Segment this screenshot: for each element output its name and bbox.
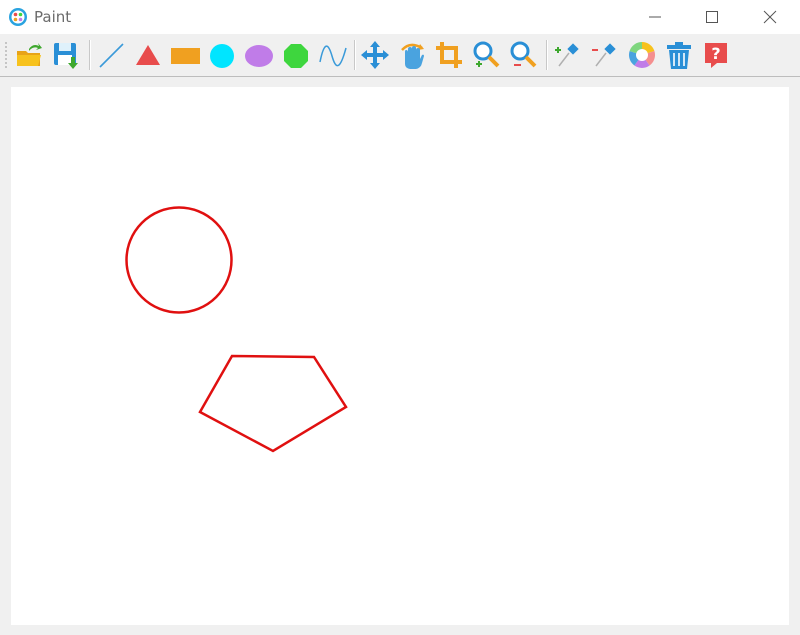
ellipse-tool-button[interactable]: [242, 38, 276, 72]
toolbar: ?: [0, 34, 800, 77]
zoom-in-button[interactable]: [469, 38, 503, 72]
save-icon: [54, 43, 78, 69]
window-title: Paint: [34, 8, 72, 26]
toolbar-separator: [89, 40, 91, 70]
svg-text:?: ?: [711, 44, 720, 63]
rectangle-icon: [171, 48, 200, 64]
minimize-button[interactable]: [626, 0, 684, 34]
add-point-button[interactable]: [551, 38, 585, 72]
trash-icon: [667, 42, 691, 69]
help-button[interactable]: ?: [699, 38, 733, 72]
help-icon: ?: [705, 43, 727, 68]
color-picker-button[interactable]: [625, 38, 659, 72]
toolbar-grip[interactable]: [5, 41, 7, 69]
save-file-button[interactable]: [49, 38, 83, 72]
maximize-button[interactable]: [683, 0, 741, 34]
circle-icon: [210, 44, 234, 68]
remove-point-button[interactable]: [588, 38, 622, 72]
zoom-in-icon: [473, 41, 500, 68]
canvas-drawing: [125, 206, 348, 453]
crop-tool-button[interactable]: [432, 38, 466, 72]
remove-point-icon: [592, 43, 616, 67]
rotate-tool-button[interactable]: [395, 38, 429, 72]
zoom-out-button[interactable]: [506, 38, 540, 72]
title-bar: Paint: [0, 0, 800, 34]
open-file-button[interactable]: [12, 38, 46, 72]
paint-app-icon: [9, 8, 27, 26]
line-icon: [99, 43, 124, 68]
close-icon: [763, 10, 777, 24]
move-tool-button[interactable]: [358, 38, 392, 72]
rotate-hand-icon: [401, 43, 424, 69]
circle-tool-button[interactable]: [205, 38, 239, 72]
curve-icon: [319, 45, 347, 67]
move-icon: [361, 41, 389, 69]
close-button[interactable]: [741, 0, 799, 34]
zoom-out-icon: [510, 41, 537, 68]
delete-button[interactable]: [662, 38, 696, 72]
add-point-icon: [555, 43, 579, 67]
toolbar-separator: [546, 40, 548, 70]
rectangle-tool-button[interactable]: [168, 38, 202, 72]
triangle-tool-button[interactable]: [131, 38, 165, 72]
crop-icon: [436, 42, 462, 68]
minimize-icon: [649, 16, 661, 18]
drawn-circle[interactable]: [125, 206, 233, 314]
open-folder-icon: [17, 43, 42, 66]
octagon-icon: [284, 44, 308, 68]
ellipse-icon: [245, 45, 273, 67]
toolbar-separator: [354, 40, 356, 70]
polygon-tool-button[interactable]: [279, 38, 313, 72]
drawing-canvas[interactable]: [11, 87, 789, 625]
color-wheel-icon: [628, 41, 656, 68]
maximize-icon: [706, 11, 718, 23]
triangle-icon: [136, 45, 160, 65]
line-tool-button[interactable]: [94, 38, 128, 72]
drawn-pentagon[interactable]: [198, 354, 348, 453]
curve-tool-button[interactable]: [316, 38, 350, 72]
paint-window: Paint ?: [0, 0, 800, 635]
